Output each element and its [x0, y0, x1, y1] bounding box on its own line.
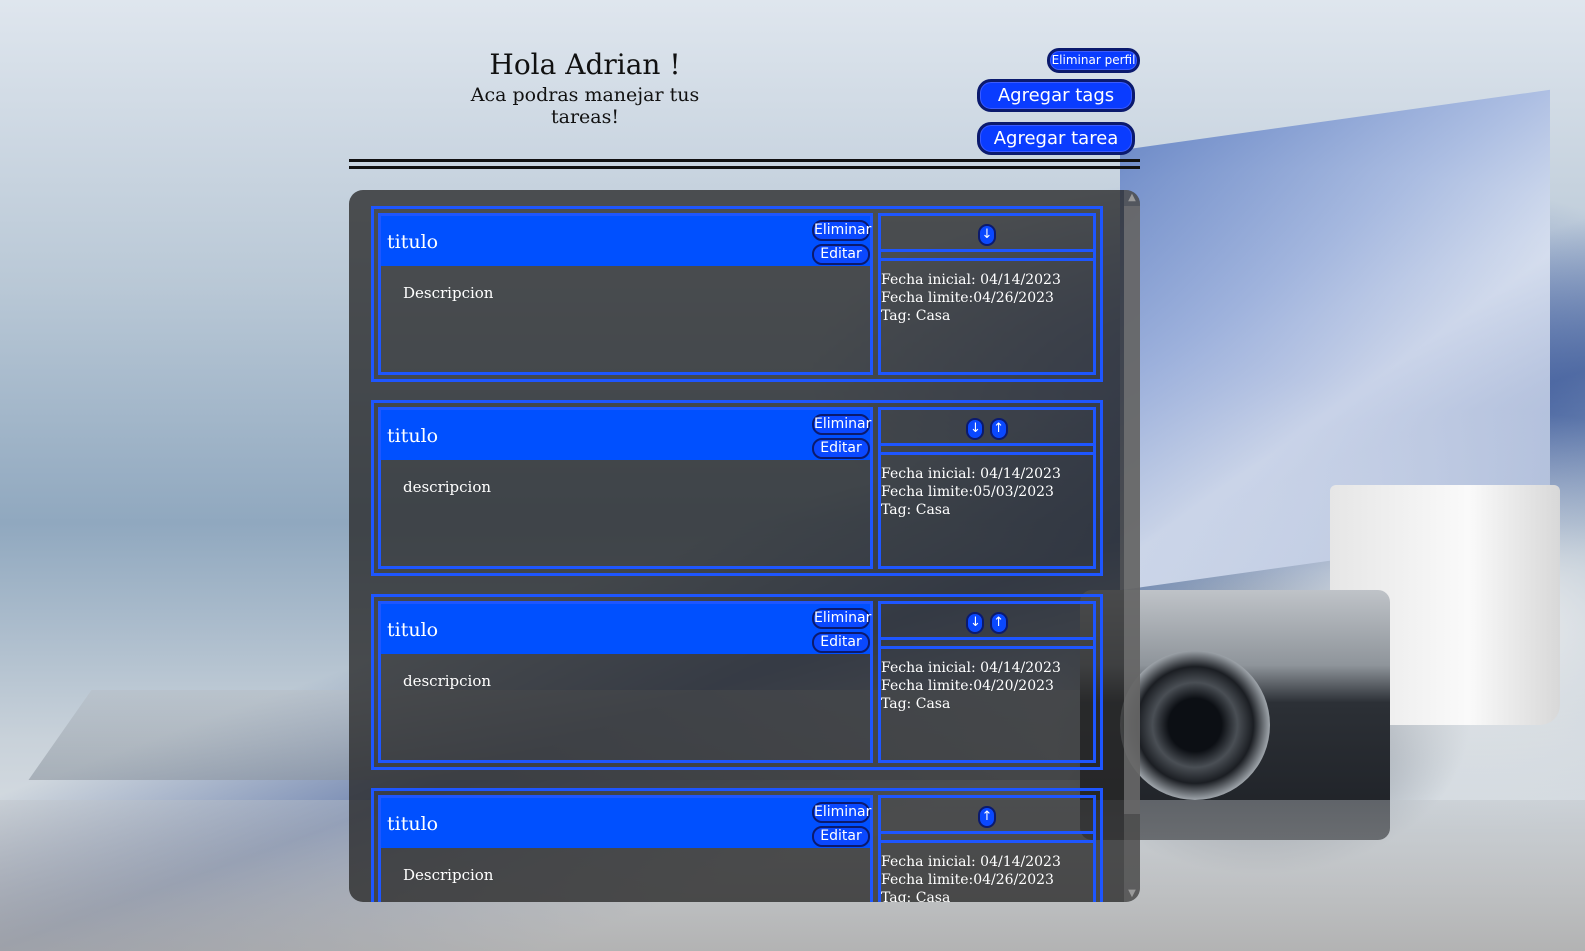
- delete-task-button[interactable]: Eliminar: [812, 414, 871, 435]
- scroll-thumb[interactable]: [1124, 206, 1140, 814]
- task-dates: Fecha inicial: 04/14/2023 Fecha limite:0…: [881, 840, 1093, 902]
- task-order-controls: ↓ ↑: [881, 410, 1093, 446]
- task-details: ↓ ↑ Fecha inicial: 04/14/2023 Fecha limi…: [878, 601, 1096, 763]
- task-main: titulo Eliminar Editar Descripcion: [378, 213, 873, 375]
- task-main: titulo Eliminar Editar Descripcion: [378, 795, 873, 902]
- task-header: titulo Eliminar Editar: [381, 410, 871, 460]
- task-order-controls: ↓ ↑: [881, 604, 1093, 640]
- edit-task-button[interactable]: Editar: [812, 826, 870, 847]
- task-start-date: Fecha inicial: 04/14/2023: [881, 854, 1061, 870]
- move-down-button[interactable]: ↓: [978, 224, 996, 246]
- task-details: ↓ Fecha inicial: 04/14/2023 Fecha limite…: [878, 213, 1096, 375]
- task-dates: Fecha inicial: 04/14/2023 Fecha limite:0…: [881, 258, 1093, 372]
- move-up-button[interactable]: ↑: [989, 418, 1008, 440]
- task-main: titulo Eliminar Editar descripcion: [378, 407, 873, 569]
- move-up-button[interactable]: ↑: [989, 612, 1008, 634]
- delete-task-button[interactable]: Eliminar: [812, 220, 871, 241]
- task-tag: Tag: Casa: [881, 890, 951, 902]
- task-description: descripcion: [403, 478, 492, 496]
- task-card: titulo Eliminar Editar Descripcion ↓ Fec…: [371, 206, 1103, 382]
- task-start-date: Fecha inicial: 04/14/2023: [881, 272, 1061, 288]
- scroll-down-icon[interactable]: ▼: [1124, 886, 1140, 902]
- task-order-controls: ↓: [881, 216, 1093, 252]
- task-end-date: Fecha limite:04/26/2023: [881, 290, 1054, 306]
- move-up-button[interactable]: ↑: [978, 806, 996, 828]
- task-title: titulo: [387, 813, 439, 835]
- task-tag: Tag: Casa: [881, 308, 951, 324]
- task-title: titulo: [387, 425, 439, 447]
- add-tags-button[interactable]: Agregar tags: [977, 79, 1135, 112]
- greeting-title: Hola Adrian !: [489, 48, 681, 81]
- task-main: titulo Eliminar Editar descripcion: [378, 601, 873, 763]
- delete-profile-button[interactable]: Eliminar perfil: [1047, 48, 1140, 73]
- task-description: descripcion: [403, 672, 492, 690]
- task-header: titulo Eliminar Editar: [381, 216, 871, 266]
- task-start-date: Fecha inicial: 04/14/2023: [881, 660, 1061, 676]
- edit-task-button[interactable]: Editar: [812, 244, 870, 265]
- task-start-date: Fecha inicial: 04/14/2023: [881, 466, 1061, 482]
- task-header: titulo Eliminar Editar: [381, 604, 871, 654]
- move-down-button[interactable]: ↓: [966, 612, 985, 634]
- header-divider: [349, 159, 1140, 169]
- scrollbar[interactable]: ▲ ▼: [1124, 190, 1140, 902]
- task-card: titulo Eliminar Editar Descripcion ↑ Fec…: [371, 788, 1103, 902]
- delete-task-button[interactable]: Eliminar: [812, 608, 871, 629]
- task-title: titulo: [387, 619, 439, 641]
- task-description: Descripcion: [403, 866, 494, 884]
- task-details: ↑ Fecha inicial: 04/14/2023 Fecha limite…: [878, 795, 1096, 902]
- task-tag: Tag: Casa: [881, 502, 951, 518]
- scroll-up-icon[interactable]: ▲: [1124, 190, 1140, 206]
- background-camera-lens: [1120, 650, 1270, 800]
- add-task-button[interactable]: Agregar tarea: [977, 122, 1135, 155]
- task-card: titulo Eliminar Editar descripcion ↓ ↑ F…: [371, 400, 1103, 576]
- task-title: titulo: [387, 231, 439, 253]
- task-description: Descripcion: [403, 284, 494, 302]
- task-order-controls: ↑: [881, 798, 1093, 834]
- task-end-date: Fecha limite:05/03/2023: [881, 484, 1054, 500]
- task-header: titulo Eliminar Editar: [381, 798, 871, 848]
- greeting-subtitle: Aca podras manejar tus tareas!: [470, 84, 700, 128]
- task-end-date: Fecha limite:04/20/2023: [881, 678, 1054, 694]
- move-down-button[interactable]: ↓: [966, 418, 985, 440]
- task-dates: Fecha inicial: 04/14/2023 Fecha limite:0…: [881, 452, 1093, 566]
- edit-task-button[interactable]: Editar: [812, 438, 870, 459]
- task-card: titulo Eliminar Editar descripcion ↓ ↑ F…: [371, 594, 1103, 770]
- task-end-date: Fecha limite:04/26/2023: [881, 872, 1054, 888]
- edit-task-button[interactable]: Editar: [812, 632, 870, 653]
- task-tag: Tag: Casa: [881, 696, 951, 712]
- task-details: ↓ ↑ Fecha inicial: 04/14/2023 Fecha limi…: [878, 407, 1096, 569]
- delete-task-button[interactable]: Eliminar: [812, 802, 871, 823]
- task-list-panel[interactable]: titulo Eliminar Editar Descripcion ↓ Fec…: [349, 190, 1140, 902]
- task-dates: Fecha inicial: 04/14/2023 Fecha limite:0…: [881, 646, 1093, 760]
